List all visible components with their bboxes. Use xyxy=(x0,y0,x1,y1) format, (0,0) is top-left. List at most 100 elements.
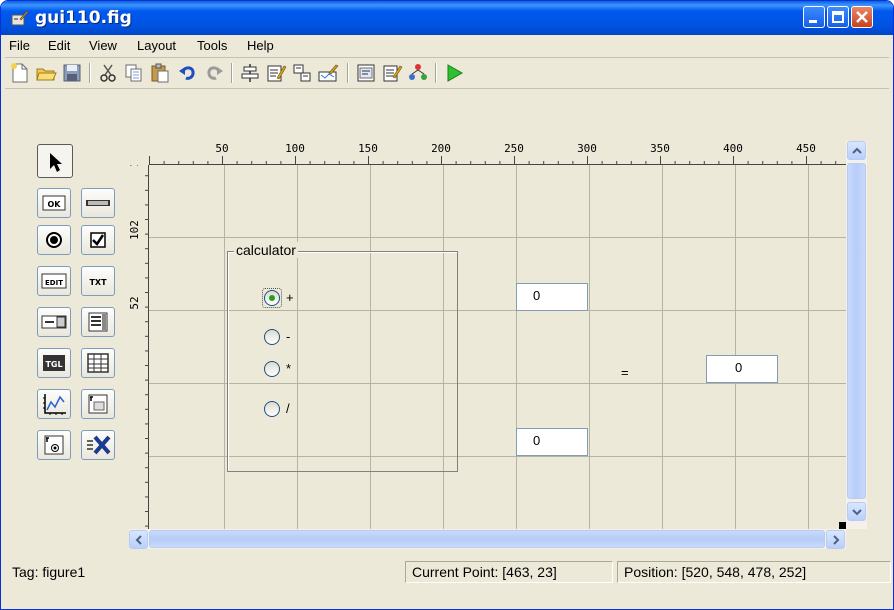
ruler-y-label: 152 xyxy=(129,165,141,167)
figure-resize-handle[interactable] xyxy=(839,522,846,529)
push-button-label: OK xyxy=(48,200,62,209)
radio-label: * xyxy=(286,361,292,376)
chevron-right-icon xyxy=(833,535,840,545)
result-edit[interactable]: 0 xyxy=(706,355,778,383)
m-file-editor-icon[interactable] xyxy=(355,62,377,84)
toolbar-editor-icon[interactable] xyxy=(317,62,339,84)
toggle-button-icon: TGL xyxy=(43,355,65,371)
radio-button-tool[interactable] xyxy=(37,225,71,255)
horizontal-scroll-thumb[interactable] xyxy=(149,530,825,548)
toggle-button-tool[interactable]: TGL xyxy=(37,348,71,378)
ruler-y-label: 102 xyxy=(129,220,141,240)
status-position: Position: [520, 548, 478, 252] xyxy=(617,561,891,583)
panel-title: calculator xyxy=(234,242,298,258)
panel-icon xyxy=(88,394,108,414)
cut-icon[interactable] xyxy=(97,62,119,84)
toolbar-separator xyxy=(89,63,91,83)
open-folder-icon[interactable] xyxy=(35,62,57,84)
select-arrow-icon xyxy=(50,153,62,172)
ruler-x-label: 50 xyxy=(215,142,228,155)
menu-tools[interactable]: Tools xyxy=(197,38,227,53)
ruler-y-label: 52 xyxy=(129,296,141,309)
status-current-point: Current Point: [463, 23] xyxy=(405,561,613,583)
static-text-label: TXT xyxy=(89,278,107,287)
property-inspector-icon[interactable] xyxy=(381,62,403,84)
push-button-tool[interactable]: OK xyxy=(37,188,71,218)
menu-help[interactable]: Help xyxy=(247,38,274,53)
table-tool[interactable] xyxy=(81,348,115,378)
panel-tool[interactable] xyxy=(81,389,115,419)
edit-text-icon: EDIT xyxy=(41,273,67,289)
scroll-down-button[interactable] xyxy=(847,502,866,521)
tab-order-icon[interactable] xyxy=(291,62,313,84)
undo-icon[interactable] xyxy=(177,62,199,84)
new-file-icon[interactable] xyxy=(9,62,31,84)
operand-bottom-edit[interactable]: 0 xyxy=(516,428,588,456)
run-figure-icon[interactable] xyxy=(443,62,465,84)
check-box-tool[interactable] xyxy=(81,225,115,255)
toolbar-separator xyxy=(435,63,437,83)
toolbar xyxy=(5,58,889,89)
toggle-button-label: TGL xyxy=(45,360,62,369)
radio-label: + xyxy=(286,290,294,305)
popup-menu-icon xyxy=(41,315,67,329)
static-text-icon: TXT xyxy=(89,278,107,287)
minimize-icon xyxy=(809,20,817,23)
copy-icon[interactable] xyxy=(123,62,145,84)
vertical-scroll-thumb[interactable] xyxy=(847,163,866,499)
menu-editor-icon[interactable] xyxy=(265,62,287,84)
radio-label: / xyxy=(286,401,290,416)
slider-tool[interactable] xyxy=(81,188,115,218)
close-button[interactable] xyxy=(851,6,873,28)
scroll-right-button[interactable] xyxy=(826,530,845,549)
select-tool[interactable] xyxy=(37,144,73,178)
status-tag: Tag: figure1 xyxy=(12,564,86,580)
scroll-left-button[interactable] xyxy=(129,530,148,549)
align-objects-icon[interactable] xyxy=(239,62,261,84)
ruler-x-label: 200 xyxy=(431,142,451,155)
menu-layout[interactable]: Layout xyxy=(137,38,176,53)
maximize-icon xyxy=(832,11,844,23)
menu-edit[interactable]: Edit xyxy=(48,38,70,53)
button-group-tool[interactable] xyxy=(37,430,71,460)
radio-button[interactable] xyxy=(264,290,280,306)
chevron-left-icon xyxy=(135,535,142,545)
title-bar[interactable]: gui110.fig xyxy=(1,1,893,35)
ruler-x-label: 450 xyxy=(796,142,816,155)
static-text-tool[interactable]: TXT xyxy=(81,266,115,296)
toolbar-separator xyxy=(231,63,233,83)
chevron-down-icon xyxy=(852,509,862,516)
axes-tool[interactable] xyxy=(37,389,71,419)
radio-button[interactable] xyxy=(264,361,280,377)
minimize-button[interactable] xyxy=(803,6,825,28)
push-button-icon: OK xyxy=(42,195,66,211)
menu-bar: File Edit View Layout Tools Help xyxy=(5,35,889,58)
horizontal-scrollbar[interactable] xyxy=(129,529,846,549)
save-icon[interactable] xyxy=(61,62,83,84)
redo-icon[interactable] xyxy=(203,62,225,84)
scroll-up-button[interactable] xyxy=(847,141,866,160)
button-group-icon xyxy=(44,435,64,455)
listbox-tool[interactable] xyxy=(81,307,115,337)
operand-top-edit[interactable]: 0 xyxy=(516,283,588,311)
check-box-icon xyxy=(90,232,106,248)
activex-control-tool[interactable] xyxy=(81,430,115,460)
popup-menu-tool[interactable] xyxy=(37,307,71,337)
radio-button[interactable] xyxy=(264,329,280,345)
maximize-button[interactable] xyxy=(827,6,849,28)
listbox-icon xyxy=(88,312,108,332)
radio-button[interactable] xyxy=(264,401,280,417)
slider-icon xyxy=(86,200,110,206)
vertical-scrollbar[interactable] xyxy=(846,141,867,529)
axes-icon xyxy=(43,394,66,415)
calculator-panel[interactable] xyxy=(227,251,458,472)
menu-file[interactable]: File xyxy=(9,38,30,53)
status-bar: Tag: figure1 Current Point: [463, 23] Po… xyxy=(5,559,891,585)
ruler-x-label: 100 xyxy=(285,142,305,155)
menu-view[interactable]: View xyxy=(89,38,117,53)
edit-text-tool[interactable]: EDIT xyxy=(37,266,71,296)
paste-icon[interactable] xyxy=(149,62,171,84)
ruler-x-label: 400 xyxy=(723,142,743,155)
object-browser-icon[interactable] xyxy=(407,62,429,84)
activex-icon xyxy=(87,435,111,455)
